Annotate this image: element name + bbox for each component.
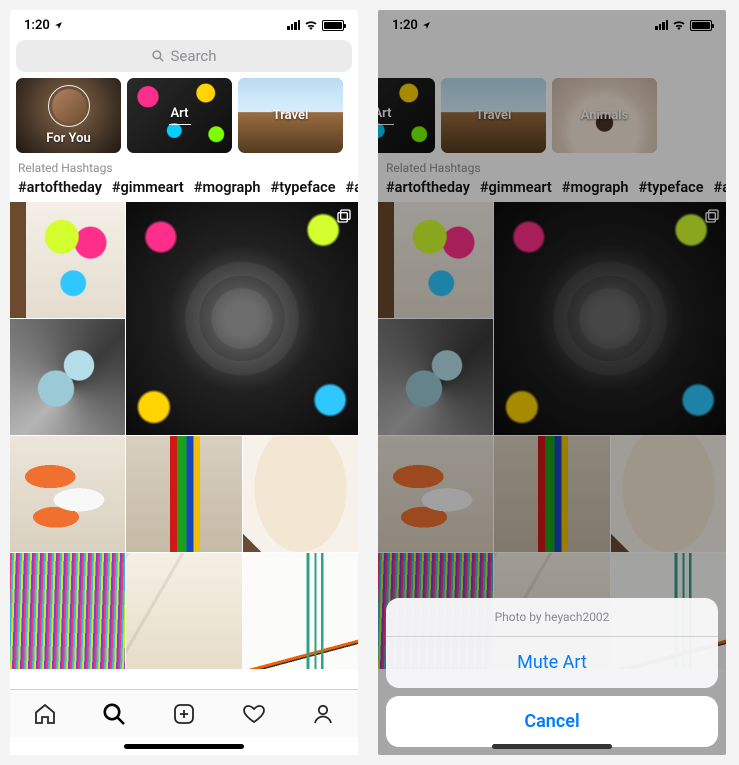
grid-item[interactable]: [10, 202, 125, 318]
grid-item[interactable]: [10, 319, 125, 435]
category-art[interactable]: Art: [127, 78, 232, 153]
tab-bar: [10, 689, 358, 737]
grid-item[interactable]: [126, 553, 241, 669]
grid-item[interactable]: [494, 436, 609, 552]
hashtag[interactable]: #mograph: [194, 179, 261, 196]
category-animals[interactable]: Animals: [552, 78, 657, 153]
grid-item[interactable]: [378, 202, 493, 318]
battery-icon: [690, 20, 712, 31]
action-sheet: Photo by heyach2002 Mute Art Cancel: [386, 598, 718, 747]
carousel-icon: [704, 208, 720, 224]
grid-item[interactable]: [10, 436, 125, 552]
phone-explore: 1:20 Search For You Art Travel: [10, 10, 358, 755]
location-services-icon: [54, 21, 63, 30]
tab-create[interactable]: [172, 702, 196, 726]
grid-item[interactable]: [378, 436, 493, 552]
hashtag[interactable]: #gimmeart: [480, 179, 552, 196]
avatar: [52, 89, 86, 123]
cellular-signal-icon: [287, 20, 300, 30]
home-indicator[interactable]: [124, 744, 244, 749]
category-travel[interactable]: Travel: [441, 78, 546, 153]
category-carousel[interactable]: For You Art Travel: [10, 78, 358, 161]
related-hashtags-label: Related Hashtags: [10, 161, 358, 175]
category-label: Animals: [581, 108, 629, 123]
mute-button[interactable]: Mute Art: [386, 637, 718, 688]
grid-item[interactable]: [611, 436, 726, 552]
tab-profile[interactable]: [311, 702, 335, 726]
hashtag[interactable]: #typeface: [639, 179, 704, 196]
wifi-icon: [304, 20, 318, 30]
category-carousel[interactable]: Art Travel Animals: [378, 78, 726, 161]
home-indicator-area: [10, 737, 358, 755]
heart-icon: [242, 702, 266, 726]
hashtag[interactable]: #gimmeart: [112, 179, 184, 196]
action-sheet-group: Photo by heyach2002 Mute Art: [386, 598, 718, 688]
home-indicator-area: [378, 737, 726, 755]
category-art[interactable]: Art: [378, 78, 435, 153]
hashtag[interactable]: #artis: [714, 179, 726, 196]
status-time: 1:20: [24, 18, 50, 33]
search-placeholder: Search: [170, 47, 216, 65]
search-input[interactable]: Search: [16, 40, 352, 72]
category-label: Art: [378, 106, 392, 121]
grid-item[interactable]: [10, 553, 125, 669]
grid-item[interactable]: [243, 436, 358, 552]
related-hashtags-label: Related Hashtags: [378, 161, 726, 175]
grid-item[interactable]: [378, 319, 493, 435]
home-icon: [33, 702, 57, 726]
active-underline: [378, 124, 394, 125]
search-bar-container: Search: [10, 40, 358, 78]
hashtag[interactable]: #artoftheday: [386, 179, 470, 196]
carousel-icon: [336, 208, 352, 224]
hashtag[interactable]: #mograph: [562, 179, 629, 196]
action-sheet-title: Photo by heyach2002: [386, 598, 718, 637]
tab-home[interactable]: [33, 702, 57, 726]
hashtag-row[interactable]: #artoftheday #gimmeart #mograph #typefac…: [378, 175, 726, 202]
explore-grid: [10, 202, 358, 689]
category-label: For You: [46, 131, 90, 146]
plus-square-icon: [172, 702, 196, 726]
category-for-you[interactable]: For You: [16, 78, 121, 153]
status-bar: 1:20: [10, 10, 358, 40]
category-label: Travel: [273, 108, 309, 123]
tab-search[interactable]: [102, 702, 126, 726]
hashtag[interactable]: #artoftheday: [18, 179, 102, 196]
cellular-signal-icon: [655, 20, 668, 30]
grid-item[interactable]: [126, 436, 241, 552]
search-icon: [102, 701, 126, 727]
phone-action-sheet: 1:20 Art Travel Animals Related Hashtags…: [378, 10, 726, 755]
grid-item[interactable]: [243, 553, 358, 669]
battery-icon: [322, 20, 344, 31]
profile-icon: [311, 702, 335, 726]
grid-item-featured[interactable]: [126, 202, 358, 435]
wifi-icon: [672, 20, 686, 30]
active-underline: [169, 124, 191, 125]
hashtag[interactable]: #artis: [346, 179, 358, 196]
category-label: Travel: [476, 108, 512, 123]
home-indicator[interactable]: [492, 744, 612, 749]
status-bar: 1:20: [378, 10, 726, 40]
search-icon: [151, 49, 165, 63]
category-label: Art: [170, 106, 188, 121]
status-time: 1:20: [392, 18, 418, 33]
category-travel[interactable]: Travel: [238, 78, 343, 153]
tab-activity[interactable]: [242, 702, 266, 726]
hashtag-row[interactable]: #artoftheday #gimmeart #mograph #typefac…: [10, 175, 358, 202]
hashtag[interactable]: #typeface: [271, 179, 336, 196]
avatar-ring: [48, 85, 90, 127]
grid-item-featured[interactable]: [494, 202, 726, 435]
location-services-icon: [422, 21, 431, 30]
